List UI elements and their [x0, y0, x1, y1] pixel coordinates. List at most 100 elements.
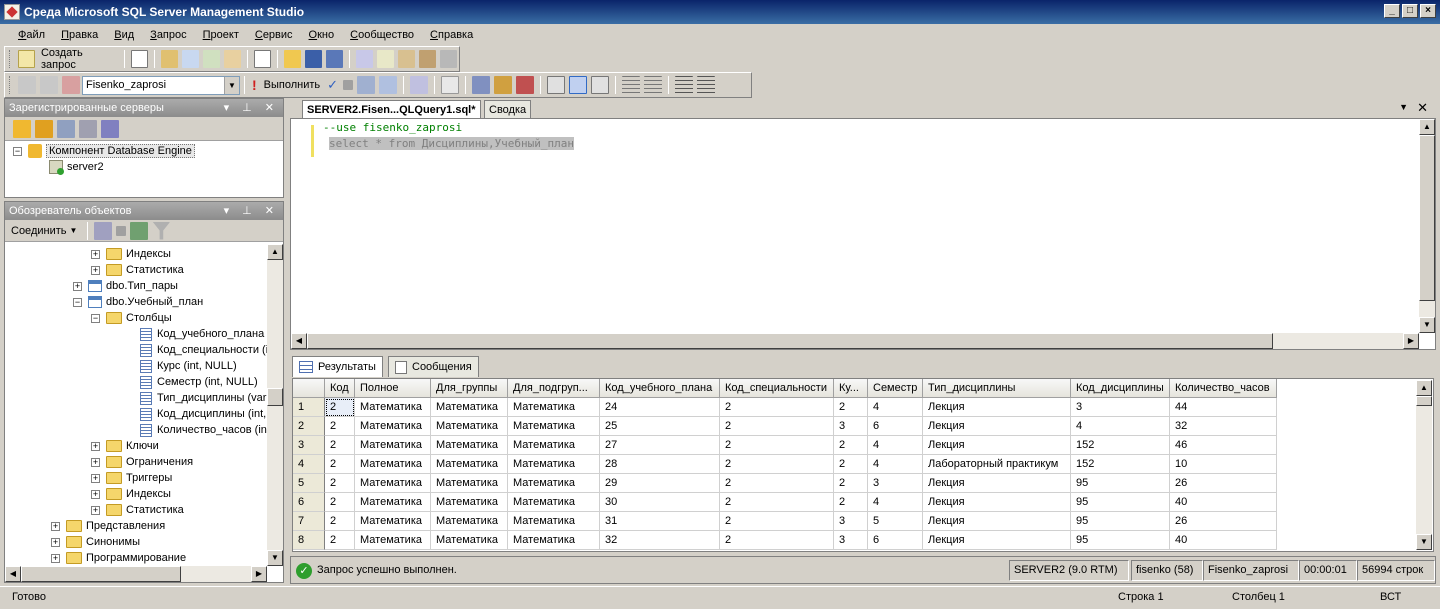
- tree-node[interactable]: Код_дисциплины (int,: [140, 406, 266, 422]
- solution-explorer-icon[interactable]: [419, 50, 436, 68]
- table-cell[interactable]: 2: [834, 474, 868, 493]
- maximize-button[interactable]: □: [1402, 4, 1418, 18]
- menu-file[interactable]: Файл: [10, 29, 53, 41]
- table-cell[interactable]: 2: [720, 512, 834, 531]
- table-cell[interactable]: Математика: [508, 417, 600, 436]
- tree-node[interactable]: Семестр (int, NULL): [140, 374, 258, 390]
- table-cell[interactable]: 4: [868, 493, 923, 512]
- table-cell[interactable]: 32: [600, 531, 720, 550]
- menu-project[interactable]: Проект: [195, 29, 247, 41]
- column-header[interactable]: Для_группы: [431, 379, 508, 398]
- save-all-icon[interactable]: [326, 50, 344, 68]
- stop-icon[interactable]: [116, 225, 127, 236]
- table-cell[interactable]: 26: [1170, 474, 1277, 493]
- expand-icon[interactable]: +: [91, 249, 100, 259]
- expand-icon[interactable]: +: [73, 281, 82, 291]
- table-cell[interactable]: Лекция: [923, 474, 1071, 493]
- results-to-file-icon[interactable]: [591, 76, 610, 94]
- table-cell[interactable]: 95: [1071, 474, 1170, 493]
- sqlcmd-mode-icon[interactable]: [516, 76, 535, 94]
- menu-tools[interactable]: Сервис: [247, 29, 301, 41]
- table-cell[interactable]: Математика: [508, 474, 600, 493]
- properties-icon[interactable]: [440, 50, 457, 68]
- table-cell[interactable]: Математика: [355, 417, 431, 436]
- change-connection-icon[interactable]: [62, 76, 80, 94]
- table-cell[interactable]: Лекция: [923, 493, 1071, 512]
- tab-summary[interactable]: Сводка: [484, 100, 532, 118]
- table-cell[interactable]: 40: [1170, 531, 1277, 550]
- new-item-icon[interactable]: [254, 50, 272, 68]
- row-number[interactable]: 4: [293, 455, 325, 474]
- table-cell[interactable]: 95: [1071, 512, 1170, 531]
- tree-node[interactable]: + Триггеры: [91, 470, 172, 486]
- table-cell[interactable]: Математика: [431, 531, 508, 550]
- row-number[interactable]: 3: [293, 436, 325, 455]
- disconnect-icon[interactable]: [40, 76, 58, 94]
- table-cell[interactable]: 2: [325, 493, 355, 512]
- tree-node[interactable]: + Синонимы: [51, 534, 140, 550]
- new-query-icon[interactable]: [17, 50, 35, 68]
- table-cell[interactable]: 3: [1071, 398, 1170, 417]
- menu-query[interactable]: Запрос: [142, 29, 194, 41]
- table-cell[interactable]: 2: [834, 493, 868, 512]
- tree-node[interactable]: − Столбцы: [91, 310, 172, 326]
- chevron-down-icon[interactable]: ▼: [70, 226, 78, 235]
- column-header[interactable]: Код_специальности: [720, 379, 834, 398]
- table-cell[interactable]: Математика: [431, 493, 508, 512]
- connect-button[interactable]: Соединить: [11, 225, 67, 237]
- query-designer-icon[interactable]: [410, 76, 429, 94]
- panel-controls[interactable]: ▾ ⊥ ✕: [224, 204, 279, 217]
- expand-icon[interactable]: +: [51, 521, 60, 531]
- parse-check-icon[interactable]: ✓: [327, 77, 338, 93]
- table-cell[interactable]: 25: [600, 417, 720, 436]
- results-to-grid-icon[interactable]: [569, 76, 588, 94]
- table-cell[interactable]: Математика: [508, 512, 600, 531]
- table-cell[interactable]: 3: [834, 512, 868, 531]
- table-cell[interactable]: 2: [325, 398, 355, 417]
- table-cell[interactable]: 2: [720, 398, 834, 417]
- table-cell[interactable]: 95: [1071, 531, 1170, 550]
- analysis-query-icon[interactable]: [182, 50, 200, 68]
- table-cell[interactable]: Математика: [508, 531, 600, 550]
- row-number[interactable]: 2: [293, 417, 325, 436]
- tree-node[interactable]: Код_специальности (in: [140, 342, 267, 358]
- tree-node[interactable]: + Программирование: [51, 550, 186, 564]
- row-number[interactable]: 1: [293, 398, 325, 417]
- tree-node[interactable]: Тип_дисциплины (varc: [140, 390, 267, 406]
- uncomment-lines-icon[interactable]: [644, 76, 663, 94]
- decrease-indent-icon[interactable]: [675, 76, 694, 94]
- cancel-query-icon[interactable]: [343, 80, 354, 90]
- table-cell[interactable]: 4: [868, 398, 923, 417]
- menu-view[interactable]: Вид: [106, 29, 142, 41]
- expand-icon[interactable]: +: [91, 457, 100, 467]
- open-folder-icon[interactable]: [284, 50, 302, 68]
- expand-icon[interactable]: +: [51, 553, 60, 563]
- table-cell[interactable]: Лабораторный практикум: [923, 455, 1071, 474]
- table-cell[interactable]: Математика: [431, 455, 508, 474]
- menu-window[interactable]: Окно: [301, 29, 343, 41]
- table-cell[interactable]: 26: [1170, 512, 1277, 531]
- database-select[interactable]: Fisenko_zaprosi ▼: [82, 75, 240, 95]
- execute-button[interactable]: Выполнить: [264, 79, 320, 91]
- menu-edit[interactable]: Правка: [53, 29, 106, 41]
- editor-vscrollbar[interactable]: ▲ ▼: [1419, 119, 1435, 333]
- new-query-button[interactable]: Создать запрос: [41, 47, 116, 71]
- table-cell[interactable]: 29: [600, 474, 720, 493]
- tree-node[interactable]: + Статистика: [91, 502, 184, 518]
- column-header[interactable]: Тип_дисциплины: [923, 379, 1071, 398]
- close-button[interactable]: ×: [1420, 4, 1436, 18]
- table-cell[interactable]: 152: [1071, 436, 1170, 455]
- mdx-query-icon[interactable]: [203, 50, 221, 68]
- connect-icon[interactable]: [18, 76, 36, 94]
- expand-icon[interactable]: +: [51, 537, 60, 547]
- table-cell[interactable]: Математика: [508, 455, 600, 474]
- collapse-icon[interactable]: −: [13, 146, 22, 156]
- expand-icon[interactable]: +: [91, 441, 100, 451]
- table-cell[interactable]: 2: [834, 455, 868, 474]
- column-header[interactable]: Для_подгруп...: [508, 379, 600, 398]
- tree-node[interactable]: − dbo.Учебный_план: [73, 294, 203, 310]
- table-cell[interactable]: 2: [834, 398, 868, 417]
- template-explorer-icon[interactable]: [398, 50, 416, 68]
- menu-community[interactable]: Сообщество: [342, 29, 422, 41]
- tree-node[interactable]: + dbo.Тип_пары: [73, 278, 178, 294]
